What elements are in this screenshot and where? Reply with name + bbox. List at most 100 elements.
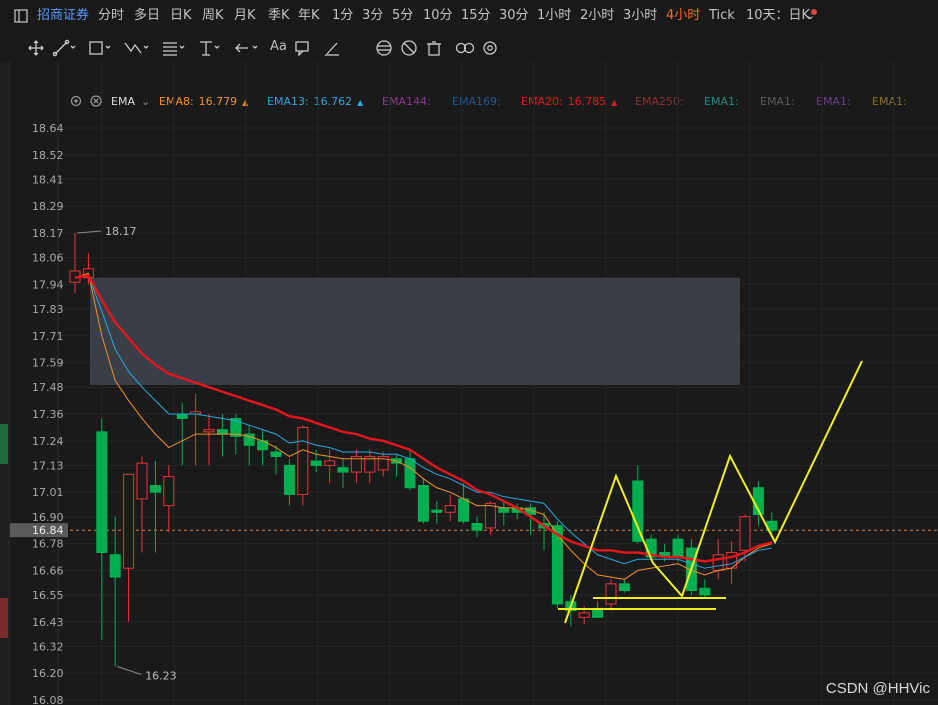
candle-body xyxy=(739,516,751,551)
tab-17[interactable]: Tick xyxy=(709,8,735,24)
candle-body xyxy=(578,612,590,618)
fib-tool-icon[interactable] xyxy=(163,42,185,56)
candle-body xyxy=(444,505,456,513)
candle-body xyxy=(96,431,108,554)
candle xyxy=(324,449,336,484)
left-strip-red-tag xyxy=(0,598,8,638)
candle xyxy=(350,449,362,484)
candle-body xyxy=(310,460,322,466)
candle-body xyxy=(605,583,617,605)
tab-2[interactable]: 日K xyxy=(170,8,192,24)
candle-body xyxy=(283,464,295,495)
candle xyxy=(136,456,148,553)
candle xyxy=(726,541,738,584)
candle-body xyxy=(149,485,161,493)
y-tick-label: 17.01 xyxy=(32,486,64,499)
y-tick-label: 18.17 xyxy=(32,227,64,240)
tab-16[interactable]: 4小时 xyxy=(666,8,700,24)
candle xyxy=(123,473,135,622)
tab-14[interactable]: 2小时 xyxy=(580,8,614,24)
candle xyxy=(364,449,376,484)
candle-body xyxy=(498,507,510,513)
y-tick-label: 17.94 xyxy=(32,278,64,291)
candle xyxy=(96,418,108,640)
current-price-label: 16.84 xyxy=(32,524,64,537)
tab-13[interactable]: 1小时 xyxy=(537,8,571,24)
drawing-tools-svg xyxy=(28,39,497,57)
tab-8[interactable]: 3分 xyxy=(362,8,383,24)
watermark: CSDN @HHVic xyxy=(825,680,930,697)
broker-brand-label[interactable]: 招商证券 xyxy=(37,8,89,24)
y-tick-label: 16.55 xyxy=(32,589,64,602)
candle-body xyxy=(404,458,416,489)
tab-18[interactable]: 10天：日K xyxy=(746,8,810,24)
candle xyxy=(283,458,295,506)
resistance-zone xyxy=(90,277,740,385)
high-annotation-label: 18.17 xyxy=(105,225,137,238)
candle-body xyxy=(337,467,349,473)
tab-12[interactable]: 30分 xyxy=(499,8,529,24)
y-tick-label: 18.29 xyxy=(32,200,64,213)
measure-tool-icon[interactable] xyxy=(200,41,220,56)
eye-off-icon[interactable] xyxy=(401,40,417,56)
tab-7[interactable]: 1分 xyxy=(332,8,353,24)
candlestick-chart[interactable]: 18.64 18.52 18.41 18.29 18.17 18.06 17.94 17.83… xyxy=(10,62,938,705)
candle xyxy=(538,512,550,551)
candle-body xyxy=(632,480,644,542)
candle-body xyxy=(109,554,121,578)
candle-body xyxy=(699,587,711,596)
tab-1[interactable]: 多日 xyxy=(134,8,160,24)
candle-body xyxy=(712,554,724,571)
magnet-icon[interactable] xyxy=(376,40,392,56)
tab-10[interactable]: 10分 xyxy=(423,8,453,24)
candle-body xyxy=(471,522,483,531)
y-tick-label: 17.59 xyxy=(32,357,64,370)
arrow-tool-icon[interactable] xyxy=(235,43,258,53)
tab-6[interactable]: 年K xyxy=(298,8,320,24)
tab-15[interactable]: 3小时 xyxy=(623,8,657,24)
tab-0[interactable]: 分时 xyxy=(98,8,124,24)
y-tick-label: 16.90 xyxy=(32,511,64,524)
tab-3[interactable]: 周K xyxy=(202,8,224,24)
tab-9[interactable]: 5分 xyxy=(392,8,413,24)
y-tick-label: 17.24 xyxy=(32,435,64,448)
y-tick-label: 18.41 xyxy=(32,173,64,186)
font-size-button[interactable]: Aa xyxy=(270,37,287,57)
candle xyxy=(337,458,349,488)
trash-icon[interactable] xyxy=(427,41,441,56)
y-tick-label: 17.71 xyxy=(32,330,64,343)
crosshair-icon[interactable] xyxy=(28,40,44,56)
rect-tool-icon[interactable] xyxy=(89,41,111,55)
y-tick-label: 17.36 xyxy=(32,408,64,421)
path-tool-icon[interactable] xyxy=(124,42,149,54)
candle xyxy=(203,414,215,466)
y-tick-label: 18.52 xyxy=(32,149,64,162)
pencil-icon[interactable] xyxy=(325,42,339,56)
candle-body xyxy=(163,476,175,507)
candle xyxy=(163,465,175,533)
y-tick-label: 18.64 xyxy=(32,122,64,135)
link-icon[interactable] xyxy=(455,42,475,54)
settings-icon[interactable] xyxy=(483,41,497,55)
candle xyxy=(471,516,483,537)
candle-body xyxy=(123,473,135,569)
candle xyxy=(149,460,161,553)
comment-icon[interactable] xyxy=(295,41,309,57)
candle xyxy=(216,414,228,457)
tab-11[interactable]: 15分 xyxy=(461,8,491,24)
tab-4[interactable]: 月K xyxy=(234,8,256,24)
candle-body xyxy=(672,538,684,558)
candle xyxy=(297,425,309,506)
candle xyxy=(257,429,269,466)
panel-icon[interactable] xyxy=(14,9,28,28)
candle-body xyxy=(216,429,228,435)
y-tick-label: 16.43 xyxy=(32,616,64,629)
candle xyxy=(377,451,389,477)
candle xyxy=(632,465,644,544)
candle-body xyxy=(203,429,215,433)
candle xyxy=(618,579,630,593)
tab-5[interactable]: 季K xyxy=(268,8,290,24)
line-tool-icon[interactable] xyxy=(52,39,76,57)
low-annotation-label: 16.23 xyxy=(145,669,177,682)
left-strip-green-tag xyxy=(0,424,8,464)
